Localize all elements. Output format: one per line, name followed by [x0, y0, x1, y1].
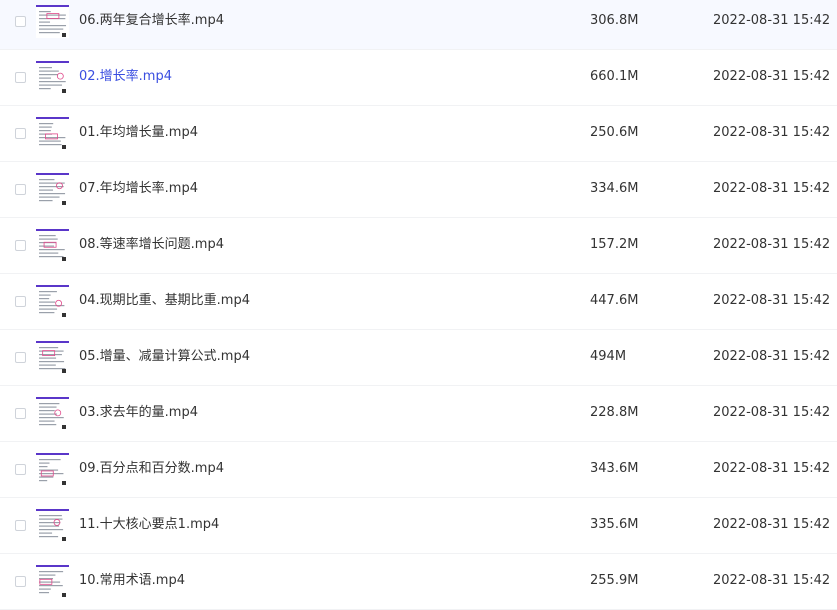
row-checkbox[interactable] — [15, 16, 26, 27]
file-list: 06.两年复合增长率.mp4 306.8M 2022-08-31 15:42 0… — [0, 0, 837, 610]
file-size: 343.6M — [590, 461, 639, 476]
video-thumbnail-icon[interactable] — [36, 229, 69, 262]
file-size: 447.6M — [590, 293, 639, 308]
file-size: 306.8M — [590, 13, 639, 28]
file-row[interactable]: 11.十大核心要点1.mp4 335.6M 2022-08-31 15:42 — [0, 498, 837, 554]
row-checkbox[interactable] — [15, 240, 26, 251]
file-date: 2022-08-31 15:42 — [713, 293, 831, 308]
file-name[interactable]: 03.求去年的量.mp4 — [79, 404, 198, 422]
file-date: 2022-08-31 15:42 — [713, 69, 831, 84]
file-size: 660.1M — [590, 69, 639, 84]
file-row[interactable]: 03.求去年的量.mp4 228.8M 2022-08-31 15:42 — [0, 386, 837, 442]
file-name[interactable]: 05.增量、减量计算公式.mp4 — [79, 348, 250, 366]
video-thumbnail-icon[interactable] — [36, 565, 69, 598]
file-row[interactable]: 06.两年复合增长率.mp4 306.8M 2022-08-31 15:42 — [0, 0, 837, 50]
video-thumbnail-icon[interactable] — [36, 453, 69, 486]
file-name[interactable]: 01.年均增长量.mp4 — [79, 124, 198, 142]
row-checkbox[interactable] — [15, 128, 26, 139]
video-thumbnail-icon[interactable] — [36, 397, 69, 430]
file-row[interactable]: 02.增长率.mp4 660.1M 2022-08-31 15:42 — [0, 50, 837, 106]
row-checkbox[interactable] — [15, 520, 26, 531]
video-thumbnail-icon[interactable] — [36, 341, 69, 374]
file-size: 255.9M — [590, 573, 639, 588]
row-checkbox[interactable] — [15, 184, 26, 195]
file-name[interactable]: 07.年均增长率.mp4 — [79, 180, 198, 198]
file-name[interactable]: 10.常用术语.mp4 — [79, 572, 185, 590]
file-size: 334.6M — [590, 181, 639, 196]
file-name[interactable]: 08.等速率增长问题.mp4 — [79, 236, 224, 254]
row-checkbox[interactable] — [15, 464, 26, 475]
file-row[interactable]: 04.现期比重、基期比重.mp4 447.6M 2022-08-31 15:42 — [0, 274, 837, 330]
video-thumbnail-icon[interactable] — [36, 5, 69, 38]
file-name[interactable]: 04.现期比重、基期比重.mp4 — [79, 292, 250, 310]
file-name[interactable]: 11.十大核心要点1.mp4 — [79, 516, 219, 534]
video-thumbnail-icon[interactable] — [36, 173, 69, 206]
file-size: 250.6M — [590, 125, 639, 140]
video-thumbnail-icon[interactable] — [36, 61, 69, 94]
row-checkbox[interactable] — [15, 72, 26, 83]
file-row[interactable]: 01.年均增长量.mp4 250.6M 2022-08-31 15:42 — [0, 106, 837, 162]
file-size: 228.8M — [590, 405, 639, 420]
video-thumbnail-icon[interactable] — [36, 285, 69, 318]
file-row[interactable]: 10.常用术语.mp4 255.9M 2022-08-31 15:42 — [0, 554, 837, 610]
file-date: 2022-08-31 15:42 — [713, 349, 831, 364]
file-date: 2022-08-31 15:42 — [713, 461, 831, 476]
row-checkbox[interactable] — [15, 576, 26, 587]
file-name[interactable]: 09.百分点和百分数.mp4 — [79, 460, 224, 478]
file-name[interactable]: 02.增长率.mp4 — [79, 68, 172, 86]
file-size: 157.2M — [590, 237, 639, 252]
file-date: 2022-08-31 15:42 — [713, 181, 831, 196]
file-row[interactable]: 08.等速率增长问题.mp4 157.2M 2022-08-31 15:42 — [0, 218, 837, 274]
file-date: 2022-08-31 15:42 — [713, 125, 831, 140]
file-row[interactable]: 07.年均增长率.mp4 334.6M 2022-08-31 15:42 — [0, 162, 837, 218]
row-checkbox[interactable] — [15, 296, 26, 307]
file-date: 2022-08-31 15:42 — [713, 573, 831, 588]
video-thumbnail-icon[interactable] — [36, 509, 69, 542]
file-date: 2022-08-31 15:42 — [713, 237, 831, 252]
video-thumbnail-icon[interactable] — [36, 117, 69, 150]
row-checkbox[interactable] — [15, 408, 26, 419]
file-name[interactable]: 06.两年复合增长率.mp4 — [79, 12, 224, 30]
file-row[interactable]: 09.百分点和百分数.mp4 343.6M 2022-08-31 15:42 — [0, 442, 837, 498]
file-date: 2022-08-31 15:42 — [713, 517, 831, 532]
file-size: 494M — [590, 349, 627, 364]
file-size: 335.6M — [590, 517, 639, 532]
file-date: 2022-08-31 15:42 — [713, 405, 831, 420]
file-row[interactable]: 05.增量、减量计算公式.mp4 494M 2022-08-31 15:42 — [0, 330, 837, 386]
row-checkbox[interactable] — [15, 352, 26, 363]
file-date: 2022-08-31 15:42 — [713, 13, 831, 28]
